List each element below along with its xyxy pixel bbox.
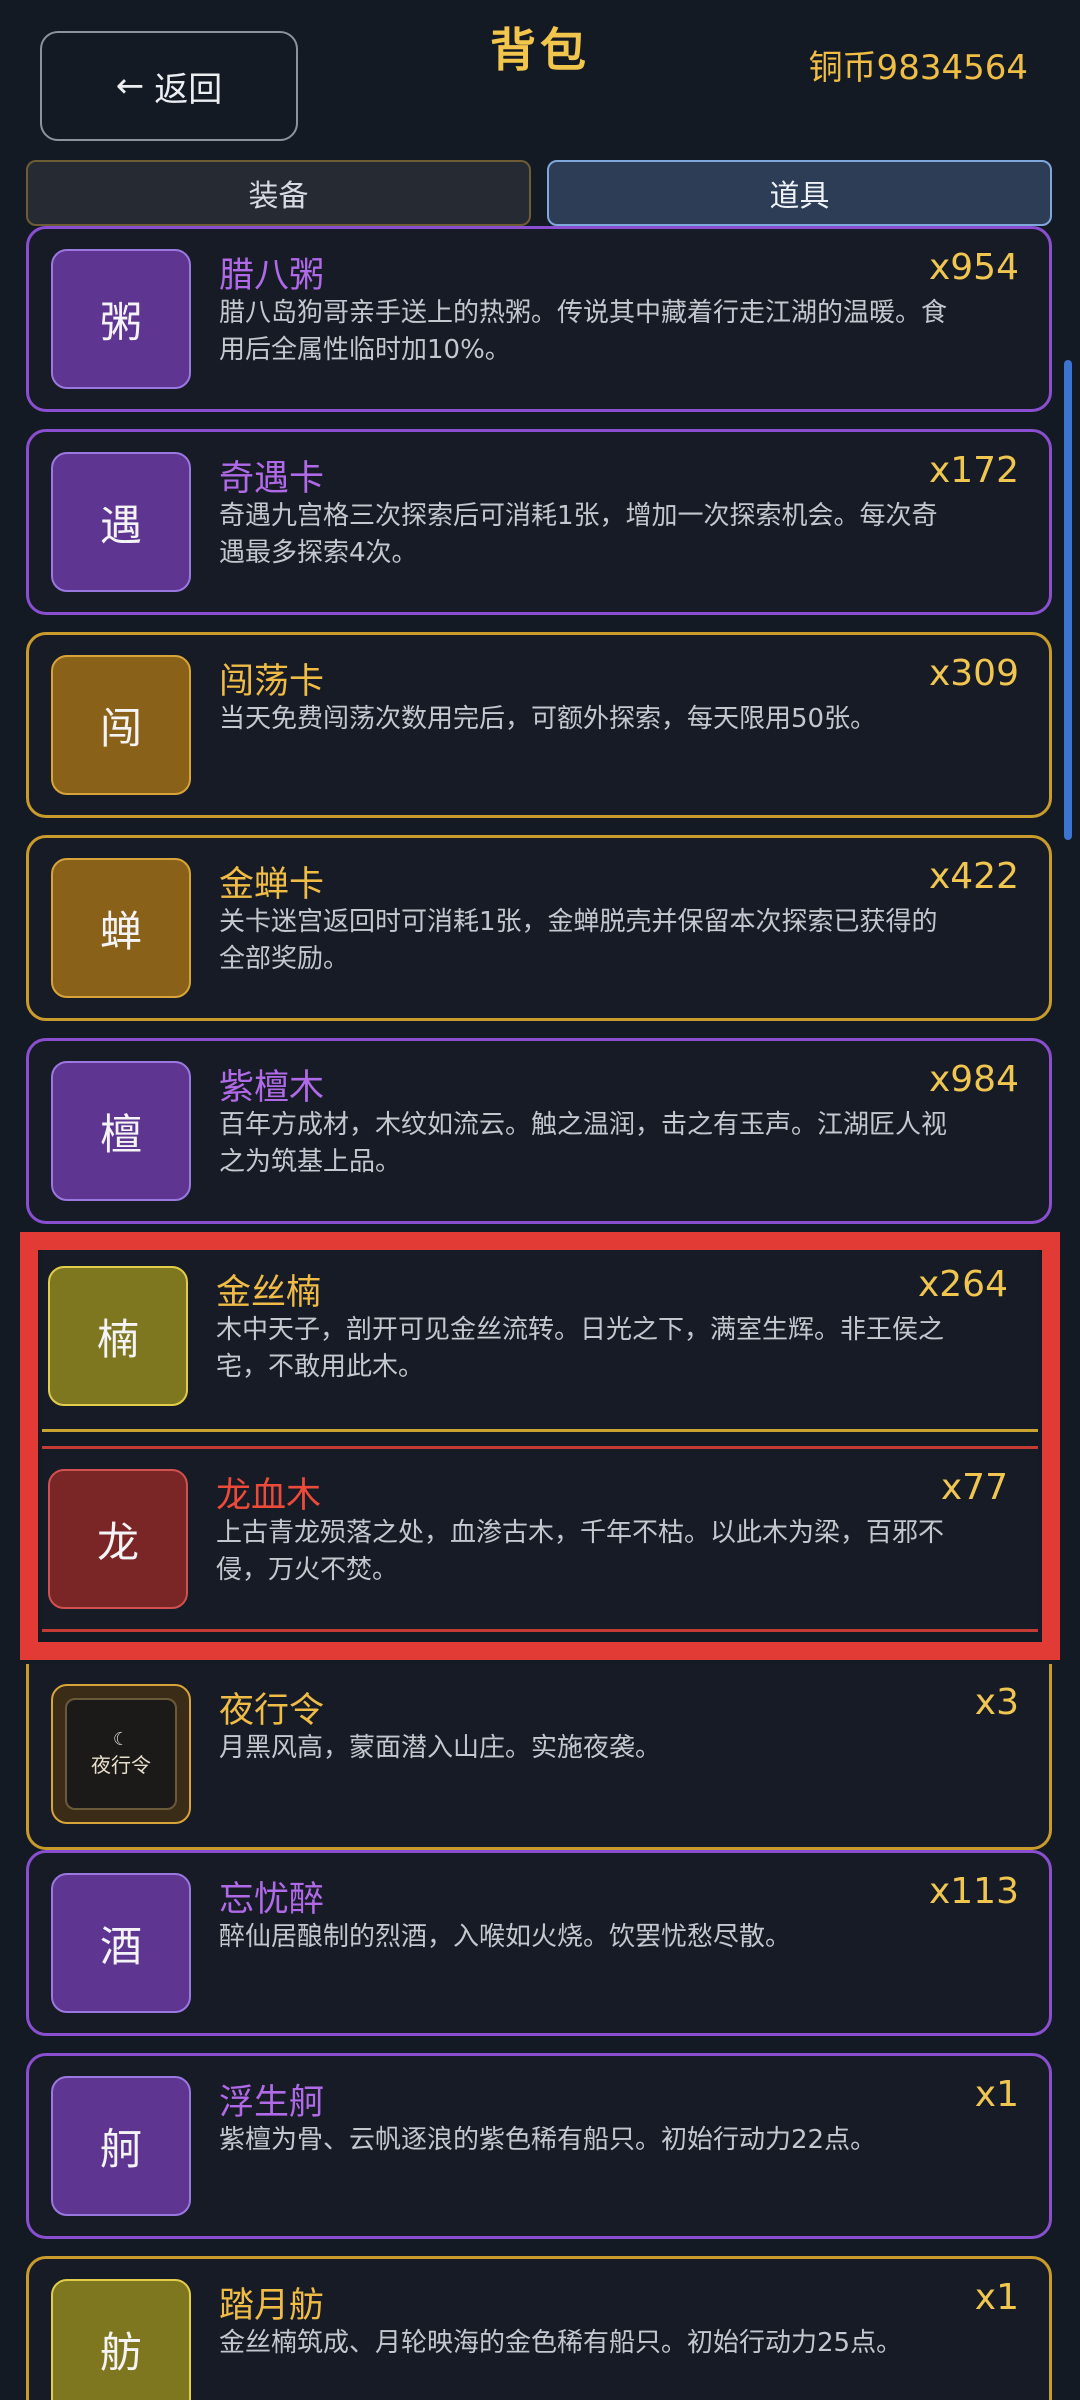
item-name: 龙血木 [216,1476,322,1516]
item-description: 木中天子，剖开可见金丝流转。日光之下，满室生辉。非王侯之宅，不敢用此木。 [216,1315,945,1382]
scrollbar[interactable] [1064,360,1072,840]
item-count: x264 [917,1264,1008,1305]
item-name: 浮生舸 [219,2083,325,2123]
item-description: 百年方成材，木纹如流云。触之温润，击之有玉声。江湖匠人视之为筑基上品。 [219,1110,948,1177]
tab-bar: 装备 道具 [26,160,1052,226]
item-name: 闯荡卡 [219,662,325,702]
item-count: x1 [974,2074,1019,2115]
item-name: 奇遇卡 [219,459,325,499]
item-icon: ☾ 夜行令 [51,1684,191,1824]
item-count: x984 [928,1059,1019,1100]
item-name: 踏月舫 [219,2286,325,2326]
list-item[interactable]: ☾ 夜行令 夜行令 月黑风高，蒙面潜入山庄。实施夜袭。 x3 [26,1664,1052,1850]
item-icon: 遇 [51,452,191,592]
list-item[interactable]: 蝉 金蝉卡 关卡迷宫返回时可消耗1张，金蝉脱壳并保留本次探索已获得的全部奖励。 … [26,835,1052,1021]
item-count: x422 [928,856,1019,897]
item-description: 金丝楠筑成、月轮映海的金色稀有船只。初始行动力25点。 [219,2328,903,2358]
item-count: x1 [974,2277,1019,2318]
list-item[interactable]: 粥 腊八粥 腊八岛狗哥亲手送上的热粥。传说其中藏着行走江湖的温暖。食用后全属性临… [26,226,1052,412]
item-description: 上古青龙殒落之处，血渗古木，千年不枯。以此木为梁，百邪不侵，万火不焚。 [216,1518,945,1585]
item-name: 忘忧醉 [219,1880,325,1920]
item-count: x172 [928,450,1019,491]
item-description: 紫檀为骨、云帆逐浪的紫色稀有船只。初始行动力22点。 [219,2125,877,2155]
item-icon: 蝉 [51,858,191,998]
item-name: 金丝楠 [216,1273,322,1313]
item-icon: 舫 [51,2279,191,2400]
badge-text: 夜行令 [91,1752,151,1777]
item-count: x954 [928,247,1019,288]
item-name: 金蝉卡 [219,865,325,905]
list-item[interactable]: 楠 金丝楠 木中天子，剖开可见金丝流转。日光之下，满室生辉。非王侯之宅，不敢用此… [42,1246,1038,1432]
item-name: 腊八粥 [219,256,325,296]
item-icon: 粥 [51,249,191,389]
moon-icon: ☾ [112,1728,130,1750]
item-icon: 龙 [48,1469,188,1609]
header: ← 返回 背包 铜币9834564 [0,0,1080,150]
list-item[interactable]: 酒 忘忧醉 醉仙居酿制的烈酒，入喉如火烧。饮罢忧愁尽散。 x113 [26,1850,1052,2036]
item-icon: 闯 [51,655,191,795]
item-count: x77 [940,1467,1008,1508]
list-item[interactable]: 闯 闯荡卡 当天免费闯荡次数用完后，可额外探索，每天限用50张。 x309 [26,632,1052,818]
coin-balance: 铜币9834564 [808,48,1028,88]
item-name: 紫檀木 [219,1068,325,1108]
item-description: 当天免费闯荡次数用完后，可额外探索，每天限用50张。 [219,704,877,734]
list-item[interactable]: 舫 踏月舫 金丝楠筑成、月轮映海的金色稀有船只。初始行动力25点。 x1 [26,2256,1052,2400]
list-item-body: 楠 金丝楠 木中天子，剖开可见金丝流转。日光之下，满室生辉。非王侯之宅，不敢用此… [26,1246,1022,1432]
tab-equipment[interactable]: 装备 [26,160,531,226]
item-list[interactable]: 粥 腊八粥 腊八岛狗哥亲手送上的热粥。传说其中藏着行走江湖的温暖。食用后全属性临… [0,226,1080,2400]
list-item[interactable]: 舸 浮生舸 紫檀为骨、云帆逐浪的紫色稀有船只。初始行动力22点。 x1 [26,2053,1052,2239]
item-description: 奇遇九宫格三次探索后可消耗1张，增加一次探索机会。每次奇遇最多探索4次。 [219,501,938,568]
list-item[interactable]: 龙 龙血木 上古青龙殒落之处，血渗古木，千年不枯。以此木为梁，百邪不侵，万火不焚… [42,1446,1038,1632]
item-name: 夜行令 [219,1691,325,1731]
item-icon: 檀 [51,1061,191,1201]
item-count: x3 [974,1682,1019,1723]
item-description: 月黑风高，蒙面潜入山庄。实施夜袭。 [219,1733,662,1763]
item-count: x309 [928,653,1019,694]
list-item[interactable]: 遇 奇遇卡 奇遇九宫格三次探索后可消耗1张，增加一次探索机会。每次奇遇最多探索4… [26,429,1052,615]
item-count: x113 [928,1871,1019,1912]
item-description: 醉仙居酿制的烈酒，入喉如火烧。饮罢忧愁尽散。 [219,1922,792,1952]
list-item[interactable]: 檀 紫檀木 百年方成材，木纹如流云。触之温润，击之有玉声。江湖匠人视之为筑基上品… [26,1038,1052,1224]
item-icon: 楠 [48,1266,188,1406]
night-token-badge: ☾ 夜行令 [65,1698,177,1810]
item-description: 腊八岛狗哥亲手送上的热粥。传说其中藏着行走江湖的温暖。食用后全属性临时加10%。 [219,298,948,365]
list-item-body: 龙 龙血木 上古青龙殒落之处，血渗古木，千年不枯。以此木为梁，百邪不侵，万火不焚… [26,1449,1022,1635]
item-icon: 舸 [51,2076,191,2216]
tab-items[interactable]: 道具 [547,160,1052,226]
item-icon: 酒 [51,1873,191,2013]
item-description: 关卡迷宫返回时可消耗1张，金蝉脱壳并保留本次探索已获得的全部奖励。 [219,907,938,974]
